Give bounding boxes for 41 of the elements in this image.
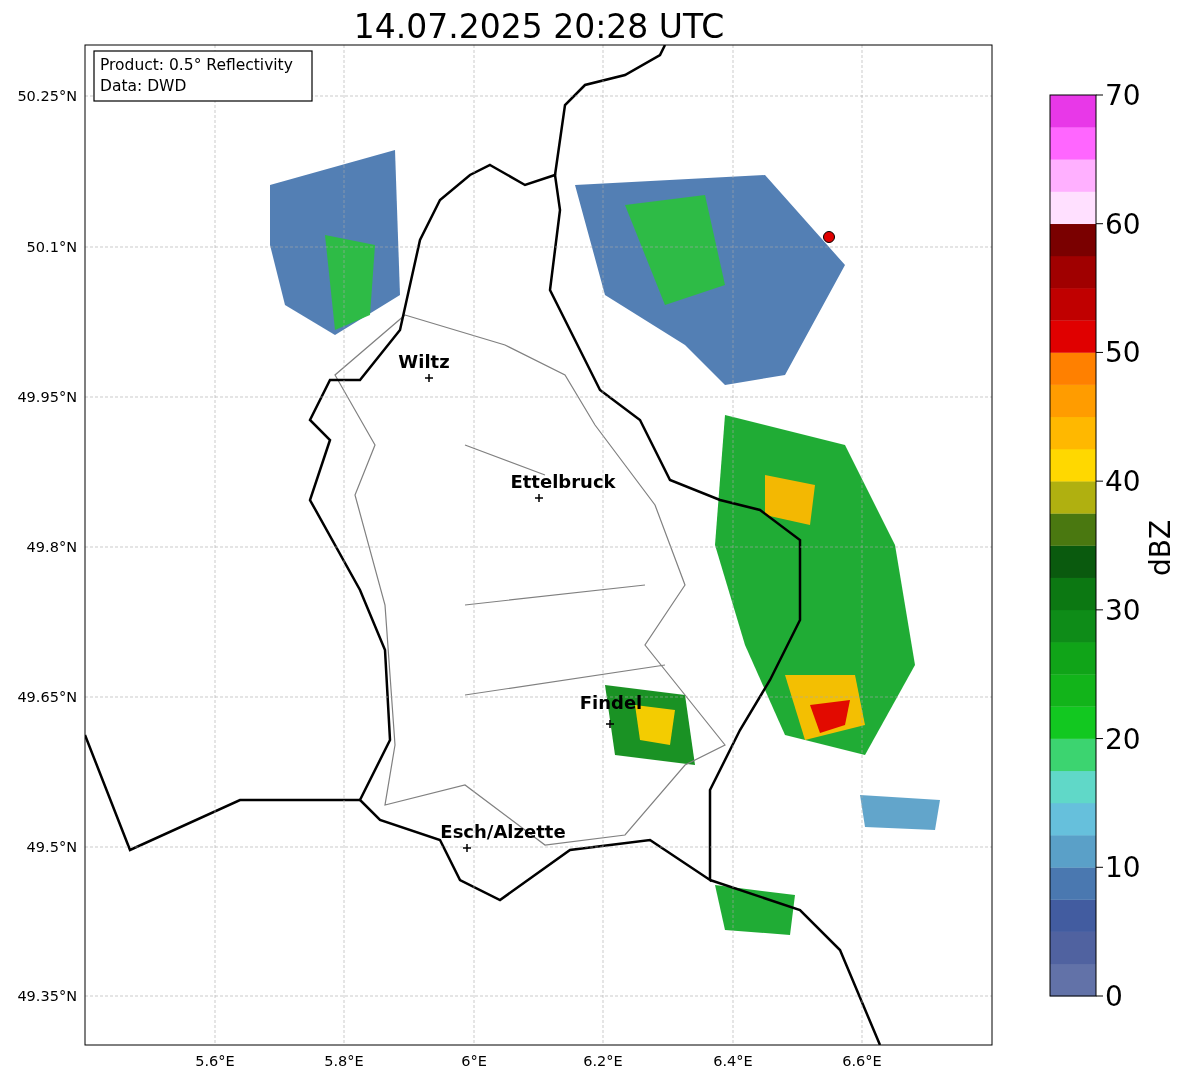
location-marker-icon [823, 231, 835, 243]
tick-mark [1095, 738, 1104, 740]
x-tick-label: 6°E [461, 1053, 487, 1069]
info-text: Product: 0.5° Reflectivity [100, 56, 293, 74]
colorbar-tick-label: 60 [1105, 207, 1141, 241]
tick-mark [1095, 609, 1104, 611]
tick-mark [1095, 351, 1104, 353]
x-tick-label: 6.2°E [583, 1053, 623, 1069]
colorbar-tick-label: 40 [1105, 465, 1141, 499]
x-tick-label: 5.6°E [195, 1053, 235, 1069]
x-tick-label: 6.4°E [713, 1053, 753, 1069]
tick-mark [1095, 866, 1104, 868]
colorbar-label: dBZ [1144, 519, 1177, 577]
tick-mark [1095, 480, 1104, 482]
x-tick-label: 6.6°E [842, 1053, 882, 1069]
city-marker-icon [534, 493, 544, 503]
y-tick-label: 49.8°N [26, 539, 77, 555]
city-marker-icon [424, 373, 434, 383]
city-label: Esch/Alzette [440, 821, 566, 842]
colorbar-tick-label: 70 [1105, 79, 1141, 112]
x-tick-label: 5.8°E [324, 1053, 364, 1069]
tick-mark [1095, 94, 1104, 96]
chart-title: 14.07.2025 20:28 UTC [353, 7, 725, 46]
colorbar-tick-label: 0 [1105, 980, 1123, 1013]
y-tick-label: 49.95°N [17, 389, 77, 405]
y-tick-label: 50.25°N [17, 88, 77, 104]
y-tick-label: 49.35°N [17, 988, 77, 1004]
colorbar-tick-label: 10 [1105, 851, 1141, 885]
colorbar-tick-label: 50 [1105, 336, 1141, 370]
colorbar-tick-label: 20 [1105, 722, 1141, 756]
y-tick-label: 49.65°N [17, 689, 77, 705]
tick-mark [1095, 995, 1104, 997]
info-text: Data: DWD [100, 77, 187, 95]
city-marker-icon [462, 843, 472, 853]
tick-mark [1095, 223, 1104, 225]
colorbar-tick-label: 30 [1105, 593, 1141, 627]
city-marker-icon [605, 719, 615, 729]
y-tick-label: 49.5°N [26, 839, 77, 855]
city-label: Ettelbruck [510, 471, 616, 492]
city-label: Wiltz [398, 351, 450, 372]
y-tick-label: 50.1°N [26, 239, 77, 255]
